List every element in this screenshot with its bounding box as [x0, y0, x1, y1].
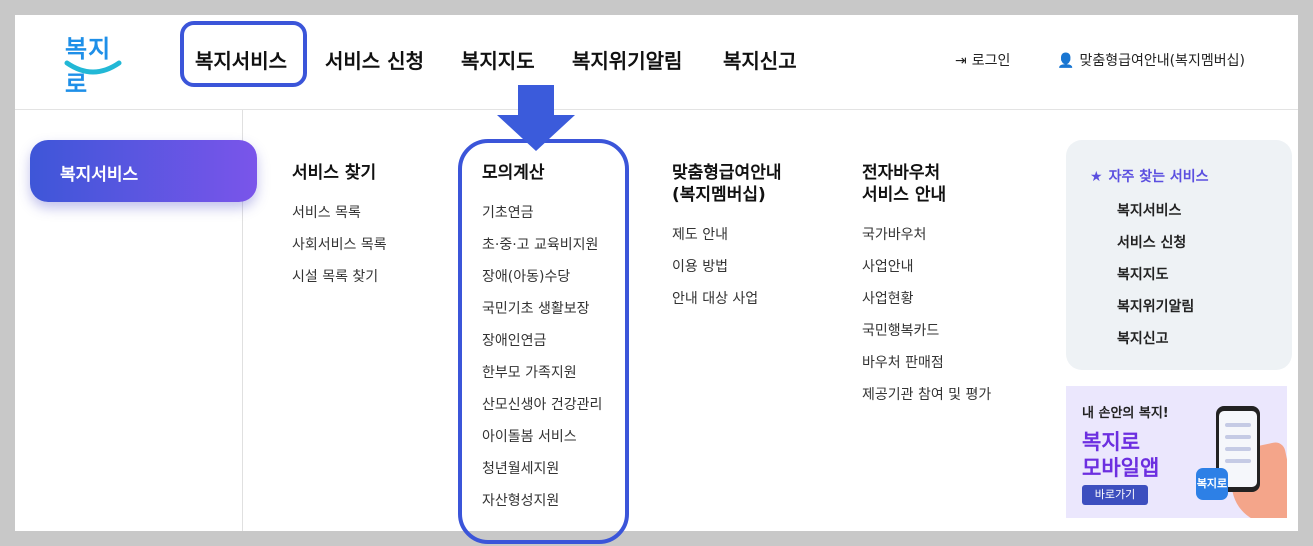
- screen-bar: [1225, 435, 1251, 439]
- menu-item[interactable]: 시설 목록 찾기: [292, 268, 387, 300]
- screen-bar: [1225, 447, 1251, 451]
- banner-subtitle: 내 손안의 복지!: [1082, 406, 1169, 421]
- login-label: 로그인: [971, 53, 1011, 69]
- login-link[interactable]: ⇥ 로그인: [955, 50, 1010, 70]
- gnb-welfare-map[interactable]: 복지지도: [461, 45, 535, 74]
- menu-item[interactable]: 바우처 판매점: [862, 354, 991, 386]
- gnb-welfare-report[interactable]: 복지신고: [723, 45, 797, 74]
- favorite-item[interactable]: 복지서비스: [1117, 202, 1194, 234]
- favorites-box: ★ 자주 찾는 서비스 복지서비스 서비스 신청 복지지도 복지위기알림 복지신고: [1066, 140, 1292, 370]
- favorites-title-label: 자주 찾는 서비스: [1108, 169, 1209, 185]
- mobile-app-banner[interactable]: 내 손안의 복지! 복지로 모바일앱 바로가기 복지로: [1066, 386, 1287, 518]
- favorite-item[interactable]: 서비스 신청: [1117, 234, 1194, 266]
- column-service-find: 서비스 찾기 서비스 목록 사회서비스 목록 시설 목록 찾기: [292, 162, 387, 300]
- page: 복지로 복지서비스 서비스 신청 복지지도 복지위기알림 복지신고 ⇥ 로그인 👤…: [15, 15, 1298, 544]
- menu-item[interactable]: 서비스 목록: [292, 204, 387, 236]
- benefit-link[interactable]: 👤 맞춤형급여안내(복지멤버십): [1057, 50, 1245, 70]
- column-title: 맞춤형급여안내 (복지멤버십): [672, 163, 782, 205]
- menu-item[interactable]: 사업안내: [862, 258, 991, 290]
- benefit-label: 맞춤형급여안내(복지멤버십): [1079, 53, 1245, 69]
- menu-item[interactable]: 제도 안내: [672, 226, 781, 258]
- login-icon: ⇥: [955, 53, 967, 69]
- menu-item[interactable]: 국민행복카드: [862, 322, 991, 354]
- banner-title-line2: 모바일앱: [1082, 456, 1160, 480]
- menu-item[interactable]: 사업현황: [862, 290, 991, 322]
- menu-item[interactable]: 이용 방법: [672, 258, 781, 290]
- star-icon: ★: [1090, 169, 1103, 185]
- menu-item[interactable]: 제공기관 참여 및 평가: [862, 386, 991, 418]
- highlight-oval: [458, 139, 629, 544]
- menu-item[interactable]: 국가바우처: [862, 226, 991, 258]
- header: 복지로 복지서비스 서비스 신청 복지지도 복지위기알림 복지신고 ⇥ 로그인 👤…: [15, 15, 1298, 110]
- menu-item[interactable]: 안내 대상 사업: [672, 290, 781, 322]
- logo[interactable]: 복지로: [61, 29, 125, 98]
- column-voucher: 전자바우처 서비스 안내 국가바우처 사업안내 사업현황 국민행복카드 바우처 …: [862, 162, 991, 418]
- side-active-menu[interactable]: 복지서비스: [30, 140, 257, 202]
- gnb-service-apply[interactable]: 서비스 신청: [325, 45, 424, 74]
- mega-menu: 복지서비스 서비스 찾기 서비스 목록 사회서비스 목록 시설 목록 찾기 모의…: [15, 110, 1298, 531]
- column-title: 전자바우처 서비스 안내: [862, 163, 947, 205]
- favorite-item[interactable]: 복지위기알림: [1117, 298, 1194, 330]
- screen-bar: [1225, 459, 1251, 463]
- down-arrow-icon: [497, 85, 575, 151]
- column-title: 서비스 찾기: [292, 163, 377, 183]
- gnb-crisis-alert[interactable]: 복지위기알림: [572, 45, 682, 74]
- column-benefit: 맞춤형급여안내 (복지멤버십) 제도 안내 이용 방법 안내 대상 사업: [672, 162, 781, 322]
- screen-bar: [1225, 423, 1251, 427]
- favorites-title: ★ 자주 찾는 서비스: [1090, 166, 1208, 186]
- gnb-welfare-service[interactable]: 복지서비스: [195, 45, 287, 74]
- banner-go-button[interactable]: 바로가기: [1082, 485, 1148, 505]
- favorite-item[interactable]: 복지신고: [1117, 330, 1194, 362]
- favorite-item[interactable]: 복지지도: [1117, 266, 1194, 298]
- logo-smile-icon: [64, 60, 122, 75]
- user-plus-icon: 👤: [1057, 53, 1075, 69]
- app-icon: 복지로: [1196, 468, 1228, 500]
- menu-item[interactable]: 사회서비스 목록: [292, 236, 387, 268]
